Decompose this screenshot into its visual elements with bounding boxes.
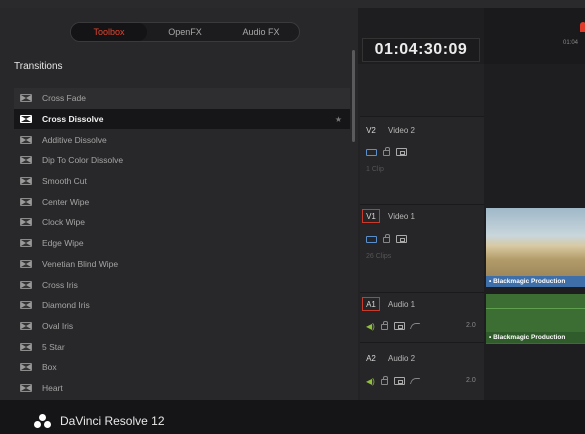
transition-label: Cross Fade: [42, 93, 86, 104]
transition-icon: [20, 177, 32, 186]
transition-label: Center Wipe: [42, 196, 90, 207]
transition-item-diamond-iris[interactable]: Diamond Iris: [14, 295, 350, 316]
transitions-list: Cross Fade Cross Dissolve ★ Additive Diss…: [14, 88, 350, 398]
transition-label: Oval Iris: [42, 320, 74, 331]
auto-select-icon[interactable]: [393, 322, 405, 330]
video-clip-label[interactable]: • Blackmagic Production: [486, 276, 585, 287]
transition-label: Smooth Cut: [42, 176, 87, 187]
track-name-v1: Video 1: [388, 211, 415, 221]
transition-label: Box: [42, 362, 57, 373]
track-v2-clip-count: 1 Clip: [366, 166, 384, 173]
volume-curve-icon[interactable]: [409, 323, 420, 329]
transition-item-smooth-cut[interactable]: Smooth Cut: [14, 171, 350, 192]
track-tag-a2[interactable]: A2: [362, 351, 380, 365]
transition-icon: [20, 94, 32, 103]
transition-item-edge-wipe[interactable]: Edge Wipe: [14, 233, 350, 254]
volume-curve-icon[interactable]: [409, 378, 420, 384]
auto-select-icon[interactable]: [396, 148, 407, 156]
lock-icon[interactable]: [383, 234, 390, 243]
track-a1-title: A1 Audio 1: [362, 294, 415, 314]
timeline-timecode: 01:04:30:09: [362, 38, 480, 62]
transition-icon: [20, 239, 32, 248]
transition-label: Venetian Blind Wipe: [42, 258, 119, 269]
monitor-icon[interactable]: [366, 148, 377, 156]
track-v2-title: V2 Video 2: [362, 120, 415, 140]
transition-label: Cross Iris: [42, 279, 78, 290]
track-a2-controls: ◀): [366, 375, 420, 387]
audio-clip-label[interactable]: • Blackmagic Production: [486, 332, 585, 343]
track-tag-v1[interactable]: V1: [362, 209, 380, 223]
window-top-strip: [0, 0, 585, 8]
auto-select-icon[interactable]: [393, 377, 405, 385]
track-a2-level: 2.0: [466, 377, 476, 384]
playhead-marker[interactable]: [580, 22, 585, 32]
track-v1-clip-count: 26 Clips: [366, 253, 392, 260]
transition-item-cross-iris[interactable]: Cross Iris: [14, 274, 350, 295]
track-v1-controls: [366, 233, 407, 245]
transition-label: 5 Star: [42, 341, 65, 352]
transition-label: Dip To Color Dissolve: [42, 155, 124, 166]
davinci-logo-icon: [34, 414, 52, 428]
transition-icon: [20, 218, 32, 227]
transition-item-venetian-blind-wipe[interactable]: Venetian Blind Wipe: [14, 254, 350, 275]
timeline-ruler[interactable]: [484, 8, 585, 64]
track-name-a1: Audio 1: [388, 299, 416, 309]
transition-item-cross-fade[interactable]: Cross Fade: [14, 88, 350, 109]
lock-icon[interactable]: [383, 147, 390, 156]
transition-item-center-wipe[interactable]: Center Wipe: [14, 191, 350, 212]
transition-item-heart[interactable]: Heart: [14, 378, 350, 399]
speaker-icon[interactable]: ◀): [366, 377, 375, 386]
lock-icon[interactable]: [380, 376, 388, 385]
transition-icon: [20, 342, 32, 351]
transition-icon: [20, 383, 32, 392]
ruler-timecode-label: 01:04: [563, 40, 579, 46]
track-tag-v2[interactable]: V2: [362, 123, 380, 137]
track-name-a2: Audio 2: [388, 353, 416, 363]
transition-item-dip-to-color-dissolve[interactable]: Dip To Color Dissolve: [14, 150, 350, 171]
transition-label: Clock Wipe: [42, 217, 85, 228]
app-name: DaVinci Resolve 12: [60, 414, 165, 428]
transition-item-oval-iris[interactable]: Oval Iris: [14, 316, 350, 337]
section-title-transitions: Transitions: [14, 61, 63, 72]
audio-waveform: [486, 308, 585, 309]
transition-icon: [20, 115, 32, 124]
speaker-icon[interactable]: ◀): [366, 322, 375, 331]
favorite-star-icon[interactable]: ★: [335, 115, 342, 124]
transition-label: Cross Dissolve: [42, 114, 104, 125]
transition-icon: [20, 197, 32, 206]
transition-label: Additive Dissolve: [42, 134, 107, 145]
transition-icon: [20, 259, 32, 268]
transition-icon: [20, 135, 32, 144]
transition-icon: [20, 156, 32, 165]
transition-icon: [20, 363, 32, 372]
transition-icon: [20, 321, 32, 330]
transition-label: Heart: [42, 382, 63, 393]
monitor-icon[interactable]: [366, 235, 377, 243]
track-v2-controls: [366, 146, 407, 158]
track-name-v2: Video 2: [388, 125, 415, 135]
tab-toolbox[interactable]: Toolbox: [71, 23, 147, 41]
effects-list-scrollbar[interactable]: [352, 50, 355, 142]
track-a2-title: A2 Audio 2: [362, 348, 415, 368]
transition-label: Diamond Iris: [42, 300, 90, 311]
auto-select-icon[interactable]: [396, 235, 407, 243]
tab-openfx[interactable]: OpenFX: [147, 23, 223, 41]
transition-item-box[interactable]: Box: [14, 357, 350, 378]
track-a1-controls: ◀): [366, 320, 420, 332]
transition-item-clock-wipe[interactable]: Clock Wipe: [14, 212, 350, 233]
transition-label: Edge Wipe: [42, 238, 84, 249]
transition-item-additive-dissolve[interactable]: Additive Dissolve: [14, 129, 350, 150]
track-tag-a1[interactable]: A1: [362, 297, 380, 311]
tab-audio-fx[interactable]: Audio FX: [223, 23, 299, 41]
lock-icon[interactable]: [380, 321, 388, 330]
effects-tab-bar: Toolbox OpenFX Audio FX: [70, 22, 300, 42]
track-v1-title: V1 Video 1: [362, 206, 415, 226]
transition-icon: [20, 280, 32, 289]
transition-icon: [20, 301, 32, 310]
transition-item-5-star[interactable]: 5 Star: [14, 336, 350, 357]
transition-item-cross-dissolve[interactable]: Cross Dissolve ★: [14, 108, 350, 130]
track-a1-level: 2.0: [466, 322, 476, 329]
